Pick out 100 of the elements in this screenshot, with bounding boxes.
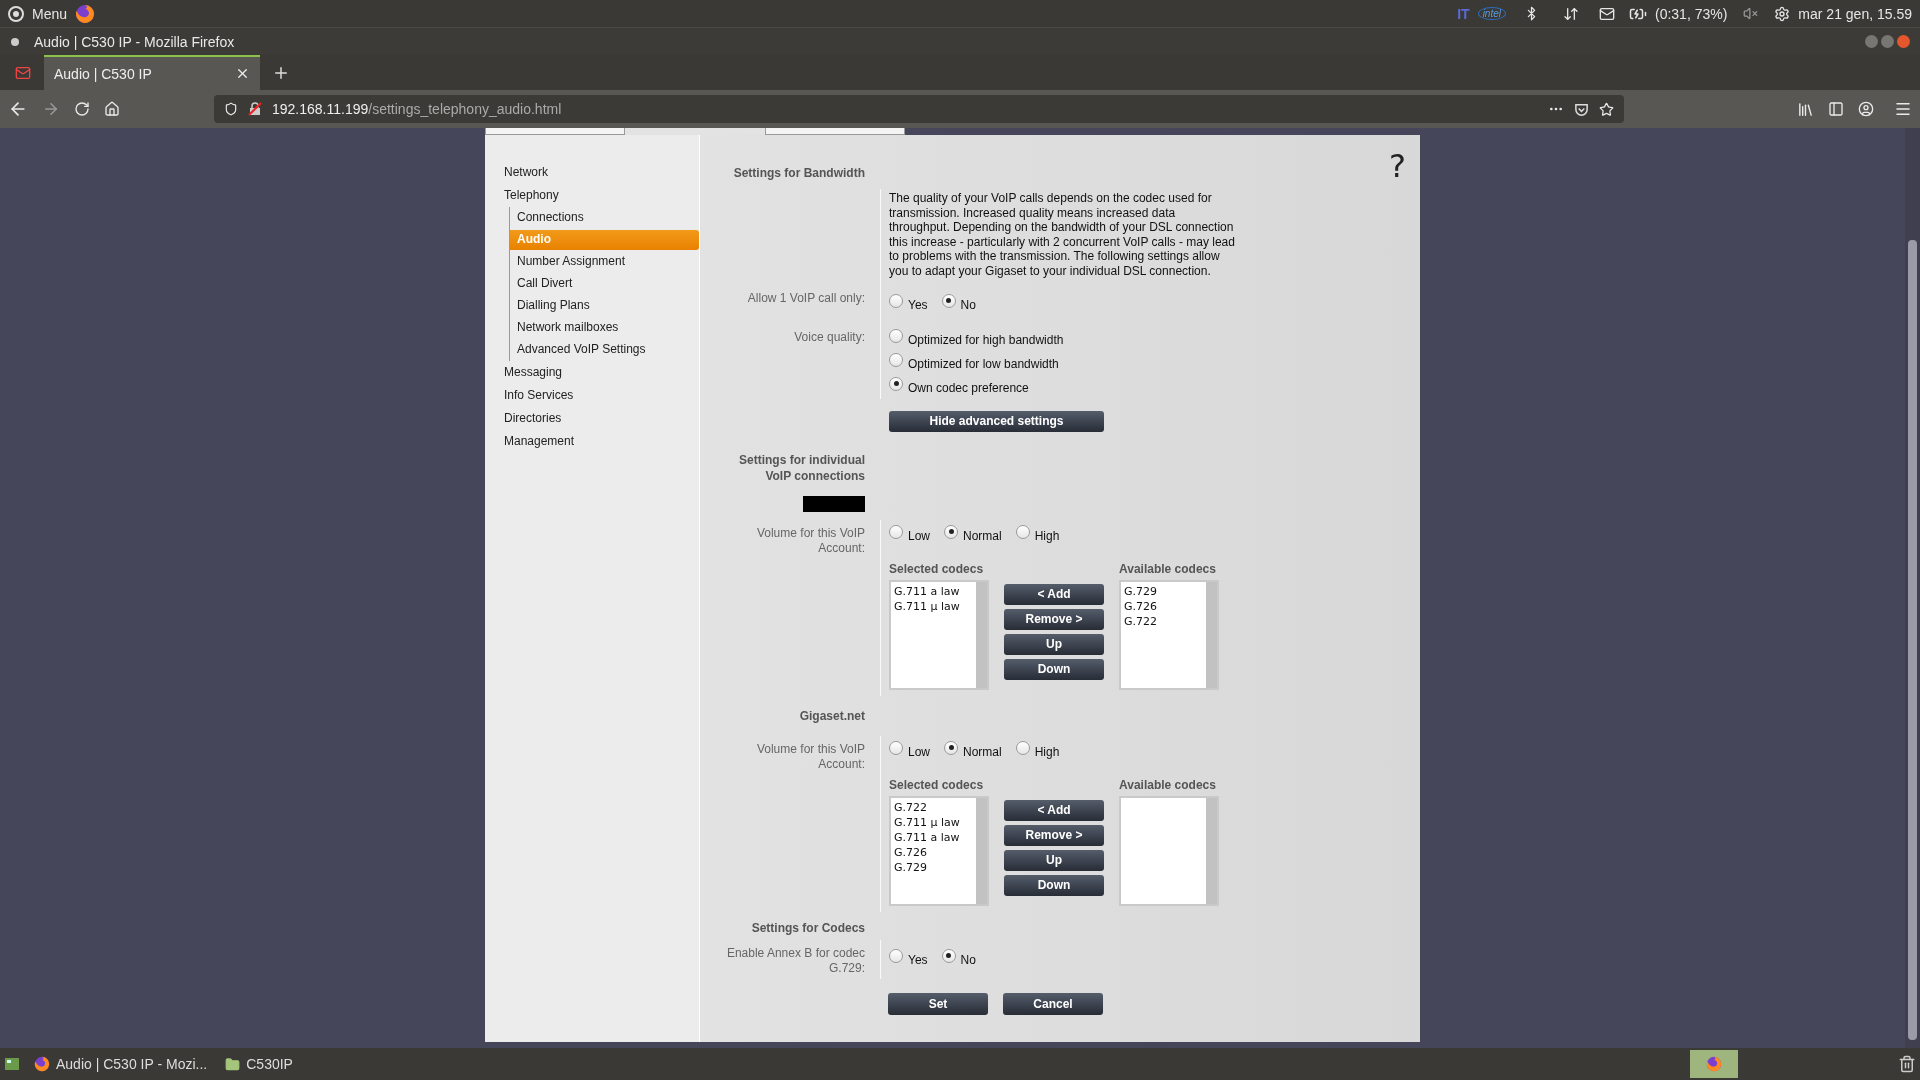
nav-subitem[interactable]: Connections [510, 208, 699, 228]
toggle-advanced-button[interactable]: Hide advanced settings [889, 410, 1104, 432]
close-icon[interactable] [235, 66, 250, 81]
codec-button[interactable]: < Add [1004, 583, 1104, 605]
radio-label: No [960, 296, 976, 312]
window-dot-icon [10, 36, 20, 47]
nav-item[interactable]: Directories [485, 407, 699, 430]
codec-option[interactable]: G.711 μ law [894, 598, 973, 614]
codec-button[interactable]: Up [1004, 633, 1104, 655]
muted-speaker-icon[interactable] [1743, 6, 1759, 21]
radio-button[interactable] [889, 328, 903, 343]
codec-option[interactable]: G.729 [894, 859, 973, 875]
codec-button[interactable]: Remove > [1004, 824, 1104, 846]
forward-icon[interactable] [42, 100, 60, 118]
nav-subitem[interactable]: Advanced VoIP Settings [510, 340, 699, 360]
list-scrollbar[interactable] [976, 797, 987, 904]
clock[interactable]: mar 21 gen, 15.59 [1798, 5, 1912, 22]
nav-subitem[interactable]: Dialling Plans [510, 296, 699, 316]
help-button[interactable]: ? [1389, 147, 1406, 185]
network-icon[interactable] [1563, 5, 1579, 22]
codec-option[interactable]: G.711 μ law [894, 814, 973, 830]
radio-button[interactable] [1015, 524, 1030, 539]
account-icon[interactable] [1858, 101, 1874, 117]
radio-label: Yes [908, 296, 928, 312]
codec-button[interactable]: Up [1004, 849, 1104, 871]
radio-label: Optimized for high bandwidth [908, 331, 1064, 347]
radio-button[interactable] [1015, 740, 1030, 755]
codec-option[interactable]: G.722 [1124, 613, 1203, 629]
codec-option[interactable]: G.726 [1124, 598, 1203, 614]
nav-item[interactable]: Network [485, 161, 699, 184]
taskbar-item[interactable]: C530IP [221, 1056, 297, 1072]
minimize-button[interactable] [1865, 35, 1878, 48]
radio-button[interactable] [889, 740, 903, 755]
radio-label: Own codec preference [908, 379, 1029, 395]
nav-item[interactable]: Telephony [485, 184, 699, 207]
browser-tab[interactable]: Audio | C530 IP [44, 55, 260, 90]
bookmark-star-icon[interactable] [1599, 101, 1614, 117]
radio-button[interactable] [889, 948, 903, 963]
radio-button[interactable] [941, 948, 956, 963]
radio-button[interactable] [889, 293, 903, 308]
show-desktop-icon[interactable] [4, 1056, 20, 1072]
radio-button[interactable] [944, 740, 958, 755]
available-codecs-list[interactable]: G.729 G.726 G.722 [1119, 579, 1219, 690]
insecure-lock-icon[interactable] [248, 102, 262, 116]
section-title: Settings for individual VoIP connections [738, 451, 865, 485]
radio-button[interactable] [941, 293, 956, 308]
nav-subitem[interactable]: Network mailboxes [510, 318, 699, 338]
codec-option[interactable]: G.729 [1124, 583, 1203, 599]
trash-icon[interactable] [1898, 1055, 1916, 1073]
codec-option[interactable]: G.711 a law [894, 829, 973, 845]
pocket-icon[interactable] [1574, 101, 1589, 117]
radio-button[interactable] [889, 352, 903, 367]
nav-item[interactable]: Management [485, 430, 699, 453]
nav-subitem[interactable]: Number Assignment [510, 252, 699, 272]
radio-button[interactable] [889, 524, 903, 539]
nav-item[interactable]: Info Services [485, 384, 699, 407]
codec-button[interactable]: < Add [1004, 799, 1104, 821]
radio-label: Normal [963, 743, 1002, 759]
codec-option[interactable]: G.711 a law [894, 583, 973, 599]
menu-tab[interactable] [485, 128, 625, 135]
list-scrollbar[interactable] [1206, 797, 1217, 904]
scrollbar-thumb[interactable] [1908, 240, 1917, 1040]
radio-button[interactable] [944, 524, 958, 539]
list-heading: Available codecs [1119, 561, 1217, 576]
address-bar[interactable]: 192.168.11.199/settings_telephony_audio.html [214, 95, 1624, 123]
close-button[interactable] [1897, 35, 1910, 48]
menu-button[interactable]: Menu [32, 5, 68, 22]
codec-option[interactable]: G.722 [894, 799, 973, 815]
codec-button[interactable]: Remove > [1004, 608, 1104, 630]
distro-logo-icon[interactable] [8, 5, 24, 22]
list-scrollbar[interactable] [1206, 581, 1217, 688]
library-icon[interactable] [1797, 100, 1814, 118]
battery-status: (0:31, 73%) [1655, 5, 1728, 22]
home-icon[interactable] [104, 101, 120, 117]
selected-codecs-list[interactable]: G.722 G.711 μ law G.711 a law G.726 G.729 [889, 795, 989, 906]
taskbar-item[interactable]: Audio | C530 IP - Mozi... [30, 1056, 212, 1072]
list-heading: Selected codecs [889, 561, 985, 576]
window-title: Audio | C530 IP - Mozilla Firefox [34, 33, 235, 50]
nav-subitem[interactable]: Call Divert [510, 274, 699, 294]
menu-icon[interactable] [1894, 100, 1912, 118]
sidebar-icon[interactable] [1828, 101, 1844, 117]
browser-logo-icon [1706, 1056, 1722, 1072]
maximize-button[interactable] [1881, 35, 1894, 48]
selected-codecs-list[interactable]: G.711 a law G.711 μ law [889, 579, 989, 690]
settings-icon[interactable] [1774, 5, 1791, 22]
shield-icon[interactable] [224, 102, 238, 116]
radio-button[interactable] [889, 376, 903, 391]
codec-button[interactable]: Down [1004, 658, 1104, 680]
mail-icon[interactable] [1599, 5, 1615, 22]
workspace-switcher[interactable] [1690, 1050, 1738, 1078]
form-button[interactable]: Set [888, 992, 988, 1015]
codec-option[interactable]: G.726 [894, 844, 973, 860]
codec-button[interactable]: Down [1004, 874, 1104, 896]
form-button[interactable]: Cancel [1003, 992, 1103, 1015]
list-scrollbar[interactable] [976, 581, 987, 688]
nav-item[interactable]: Messaging [485, 361, 699, 384]
menu-tab[interactable] [765, 128, 905, 135]
radio-label: High [1034, 743, 1060, 759]
description-text: The quality of your VoIP calls depends on the codec used for transmission. Increased quality means increased data throughput. Depending on the bandwidth of your DSL connection this increase - particularly with 2 concurrent VoIP calls - may lead to problems with the transmission. The following settings allow you to adapt your Gigaset to your individual DSL connection. [889, 191, 1236, 279]
reload-icon[interactable] [74, 101, 90, 117]
